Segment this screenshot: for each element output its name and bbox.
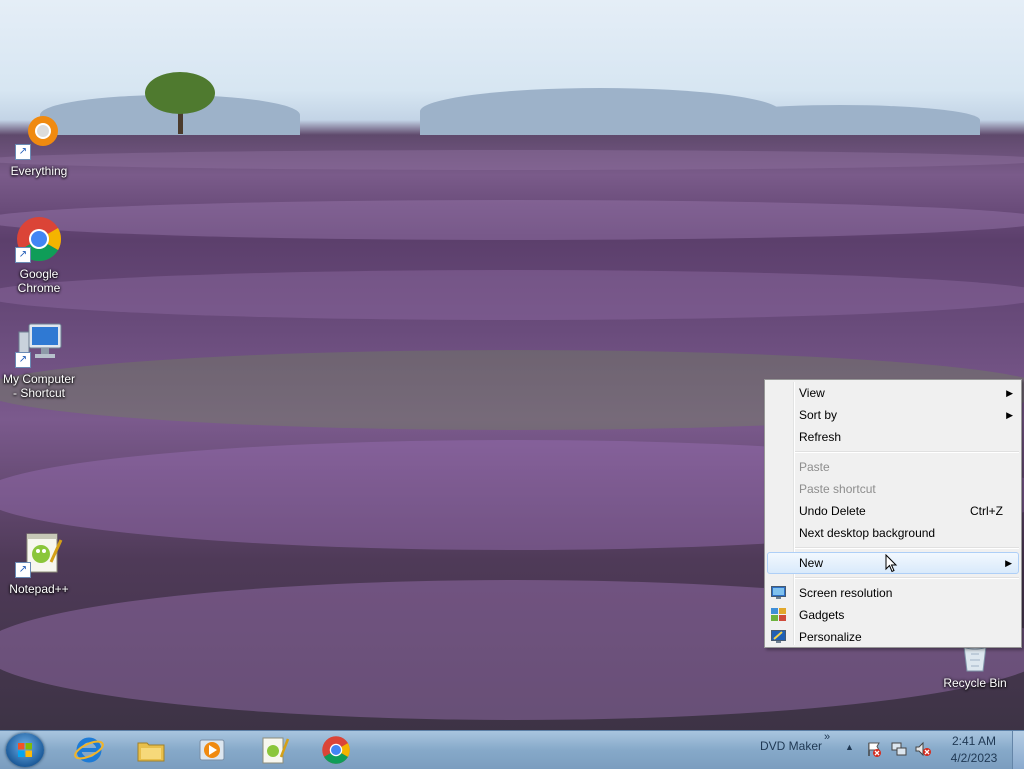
submenu-arrow-icon: ▶ <box>1005 558 1012 568</box>
menu-item-paste[interactable]: Paste <box>765 456 1021 478</box>
menu-separator <box>795 577 1019 579</box>
menu-item-label: Next desktop background <box>799 526 936 540</box>
menu-item-label: Undo Delete <box>799 504 866 518</box>
windows-logo-icon <box>18 743 32 757</box>
show-desktop-button[interactable] <box>1012 731 1024 769</box>
computer-icon: ↗ <box>15 320 63 368</box>
menu-item-personalize[interactable]: Personalize <box>765 626 1021 648</box>
menu-item-new[interactable]: New ▶ <box>767 552 1019 574</box>
taskbar-notepadpp[interactable] <box>247 732 301 767</box>
submenu-arrow-icon: ▶ <box>1006 388 1013 398</box>
menu-item-gadgets[interactable]: Gadgets <box>765 604 1021 626</box>
shortcut-arrow-icon: ↗ <box>15 352 31 368</box>
dvd-maker-toolbar[interactable]: DVD Maker <box>760 739 822 753</box>
menu-separator <box>795 451 1019 453</box>
tree-crown <box>145 72 215 114</box>
mountain <box>700 105 980 135</box>
desktop-icon-label: My Computer - Shortcut <box>2 372 76 400</box>
desktop-icon-label: Notepad++ <box>9 582 69 596</box>
shortcut-arrow-icon: ↗ <box>15 562 31 578</box>
desktop-icon-label: Recycle Bin <box>943 676 1007 690</box>
lavender-row <box>0 270 1024 320</box>
lavender-row <box>0 150 1024 170</box>
show-hidden-icons-button[interactable]: ▲ <box>845 742 854 752</box>
notepadpp-icon: ↗ <box>15 530 63 578</box>
media-player-icon <box>199 739 225 761</box>
menu-item-label: Refresh <box>799 430 842 444</box>
shortcut-arrow-icon: ↗ <box>15 247 31 263</box>
start-button[interactable] <box>6 733 44 767</box>
internet-explorer-icon <box>74 737 104 763</box>
desktop-icon-google-chrome[interactable]: ↗ Google Chrome <box>0 215 78 295</box>
menu-item-refresh[interactable]: Refresh <box>765 426 1021 448</box>
desktop-icon-label: Google Chrome <box>17 267 61 295</box>
menu-item-label: Screen resolution <box>799 586 893 600</box>
clock-time[interactable]: 2:41 AM <box>944 734 1004 748</box>
menu-item-view[interactable]: View ▶ <box>765 382 1021 404</box>
screen-resolution-icon <box>771 586 786 599</box>
network-icon[interactable] <box>891 741 907 757</box>
chrome-icon <box>322 736 350 764</box>
toolbar-chevron-icon[interactable]: » <box>824 731 830 743</box>
desktop-icon-label: Everything <box>10 164 68 178</box>
shortcut-arrow-icon: ↗ <box>15 144 31 160</box>
clock-date[interactable]: 4/2/2023 <box>944 751 1004 765</box>
menu-item-shortcut: Ctrl+Z <box>970 504 1003 518</box>
mouse-cursor-icon <box>885 554 898 573</box>
taskbar: DVD Maker » ▲ 2:41 AM 4/2/2023 <box>0 730 1024 769</box>
menu-item-undo-delete[interactable]: Undo Delete Ctrl+Z <box>765 500 1021 522</box>
taskbar-file-explorer[interactable] <box>124 732 178 767</box>
menu-item-label: View <box>799 386 825 400</box>
taskbar-media-player[interactable] <box>185 732 239 767</box>
menu-item-label: Sort by <box>799 408 838 422</box>
submenu-arrow-icon: ▶ <box>1006 410 1013 420</box>
menu-item-label: Paste shortcut <box>799 482 876 496</box>
file-explorer-icon <box>137 742 165 762</box>
lavender-row <box>0 200 1024 240</box>
gadgets-icon <box>771 608 786 621</box>
menu-item-screen-resolution[interactable]: Screen resolution <box>765 582 1021 604</box>
menu-item-sort-by[interactable]: Sort by ▶ <box>765 404 1021 426</box>
volume-muted-icon[interactable] <box>915 741 931 757</box>
taskbar-internet-explorer[interactable] <box>62 732 116 767</box>
action-center-icon[interactable] <box>866 741 882 757</box>
everything-icon: ↗ <box>15 112 63 160</box>
personalize-icon <box>771 630 786 643</box>
desktop-icon-my-computer[interactable]: ↗ My Computer - Shortcut <box>0 320 78 400</box>
chrome-icon: ↗ <box>15 215 63 263</box>
menu-separator <box>795 547 1019 549</box>
desktop-icon-everything[interactable]: ↗ Everything <box>0 112 78 178</box>
desktop-context-menu: View ▶ Sort by ▶ Refresh Paste Paste sho… <box>764 379 1022 648</box>
notepadpp-icon <box>262 737 289 764</box>
menu-item-paste-shortcut[interactable]: Paste shortcut <box>765 478 1021 500</box>
desktop-icon-notepadpp[interactable]: ↗ Notepad++ <box>0 530 78 596</box>
menu-item-label: New <box>799 556 824 570</box>
menu-item-next-desktop-background[interactable]: Next desktop background <box>765 522 1021 544</box>
menu-item-label: Paste <box>799 460 830 474</box>
menu-item-label: Gadgets <box>799 608 845 622</box>
menu-item-label: Personalize <box>799 630 862 644</box>
taskbar-chrome[interactable] <box>309 732 363 767</box>
